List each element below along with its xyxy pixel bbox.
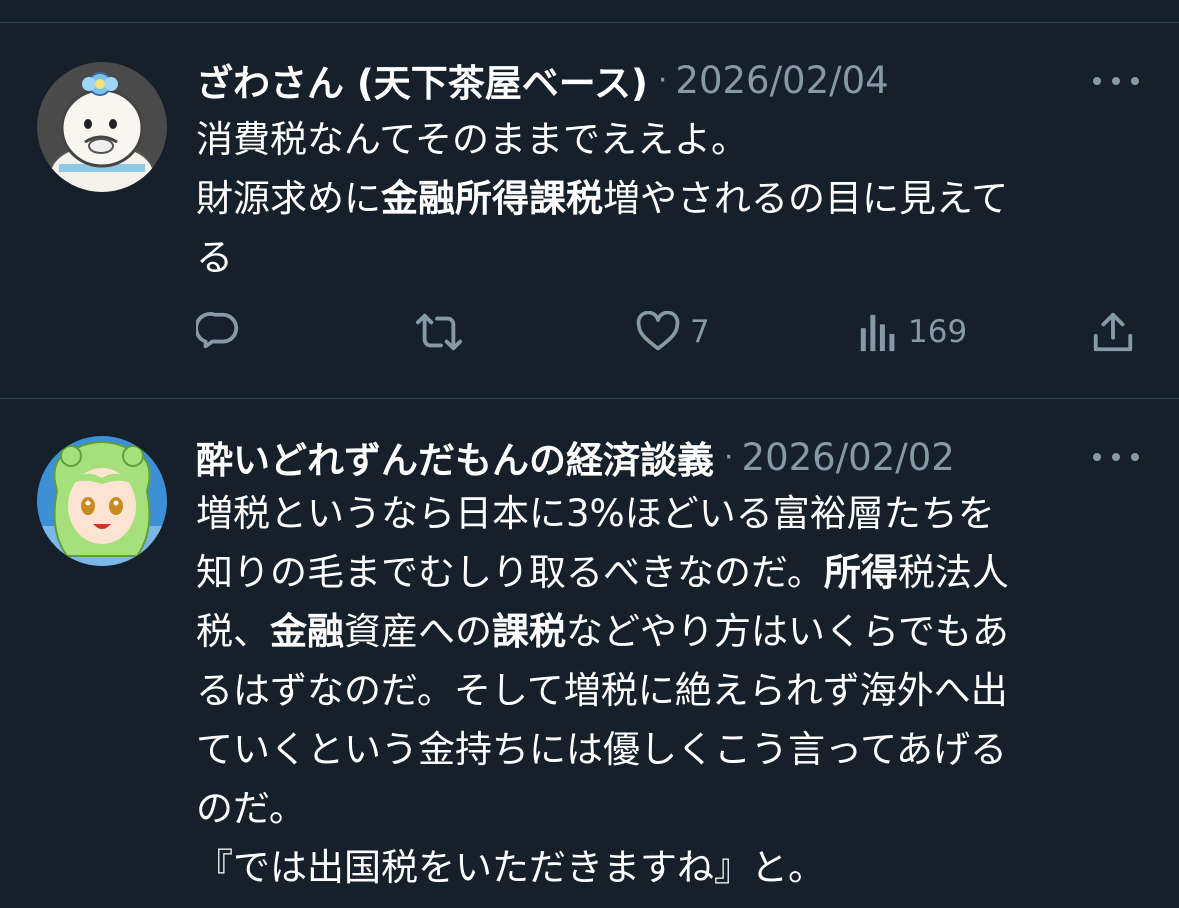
text-segment: 税、 <box>196 610 270 653</box>
tweet-text-line: 知りの毛までむしり取るべきなのだ。所得税法人 <box>196 543 1009 602</box>
like-button[interactable]: 7 <box>636 302 710 362</box>
bold-text-segment: 課税 <box>492 610 566 653</box>
tweet-text-line: 『では出国税をいただきますね』と。 <box>196 838 1009 897</box>
heart-icon <box>636 311 680 351</box>
reply-button[interactable] <box>196 302 242 362</box>
separator-dot: · <box>657 62 668 98</box>
avatar[interactable] <box>37 62 167 192</box>
text-segment: る <box>196 236 233 279</box>
action-bar: 7 169 <box>0 302 1179 362</box>
text-segment: 財源求めに <box>196 177 381 220</box>
retweet-button[interactable] <box>414 302 464 362</box>
tweet-text-line: ていくという金持ちには優しくこう言ってあげる <box>196 720 1009 779</box>
share-icon <box>1093 312 1133 352</box>
text-segment: 『では出国税をいただきますね』と。 <box>196 846 825 889</box>
tweet-header: 酔いどれずんだもんの経済談義 · 2026/02/02 <box>196 431 955 483</box>
text-segment: 税法人 <box>897 551 1009 594</box>
text-segment: 資産への <box>344 610 492 653</box>
share-button[interactable] <box>1090 302 1136 362</box>
text-segment: などやり方はいくらでもあ <box>566 610 1009 653</box>
tweet-text-line: るはずなのだ。そして増税に絶えられず海外へ出 <box>196 661 1009 720</box>
tweet[interactable]: 酔いどれずんだもんの経済談義 · 2026/02/02 増税というなら日本に3%… <box>0 399 1179 908</box>
text-segment: ていくという金持ちには優しくこう言ってあげる <box>196 728 1008 771</box>
author-name[interactable]: ざわさん (天下茶屋ベース) <box>196 53 648 107</box>
avatar[interactable] <box>37 436 167 566</box>
tweet-text-line: のだ。 <box>196 779 1009 838</box>
text-segment: 増やされるの目に見えて <box>603 177 1009 220</box>
text-segment: 増税というなら日本に3%ほどいる富裕層たちを <box>196 492 995 535</box>
text-segment: るはずなのだ。そして増税に絶えられず海外へ出 <box>196 669 1008 712</box>
tweet-text-line: 消費税なんてそのままでええよ。 <box>196 110 1008 169</box>
text-segment: 消費税なんてそのままでええよ。 <box>196 118 749 161</box>
separator-dot: · <box>724 439 734 475</box>
author-name[interactable]: 酔いどれずんだもんの経済談義 <box>196 430 714 484</box>
views-button[interactable]: 169 <box>858 302 967 362</box>
view-count: 169 <box>908 314 968 350</box>
like-count: 7 <box>690 314 710 350</box>
tweet-text: 消費税なんてそのままでええよ。 財源求めに金融所得課税増やされるの目に見えてる <box>196 110 1008 287</box>
bold-text-segment: 所得 <box>823 551 898 594</box>
more-options-icon[interactable] <box>1093 447 1139 467</box>
anime-character-avatar-icon <box>37 436 167 566</box>
tweet-header: ざわさん (天下茶屋ベース) · 2026/02/04 <box>196 54 889 106</box>
retweet-icon <box>415 313 462 351</box>
bold-text-segment: 金融所得課税 <box>381 177 603 220</box>
reply-icon <box>196 312 239 349</box>
tweet[interactable]: ざわさん (天下茶屋ベース) · 2026/02/04 消費税なんてそのままでえ… <box>0 0 1179 398</box>
tweet-text-line: 増税というなら日本に3%ほどいる富裕層たちを <box>196 484 1009 543</box>
views-icon <box>860 314 895 352</box>
tweet-text-line: 財源求めに金融所得課税増やされるの目に見えて <box>196 169 1008 228</box>
cartoon-character-avatar-icon <box>37 62 167 192</box>
tweet-text: 増税というなら日本に3%ほどいる富裕層たちを 知りの毛までむしり取るべきなのだ。所… <box>196 484 1009 897</box>
text-segment: 知りの毛までむしり取るべきなのだ。 <box>196 551 824 594</box>
tweet-text-line: 税、金融資産への課税などやり方はいくらでもあ <box>196 602 1009 661</box>
bold-text-segment: 金融 <box>270 610 344 653</box>
tweet-date[interactable]: 2026/02/04 <box>675 59 888 102</box>
timeline: ざわさん (天下茶屋ベース) · 2026/02/04 消費税なんてそのままでえ… <box>0 0 1179 908</box>
tweet-text-line: る <box>196 228 1008 287</box>
more-options-icon[interactable] <box>1093 71 1139 91</box>
tweet-date[interactable]: 2026/02/02 <box>742 436 955 479</box>
text-segment: のだ。 <box>196 787 306 830</box>
